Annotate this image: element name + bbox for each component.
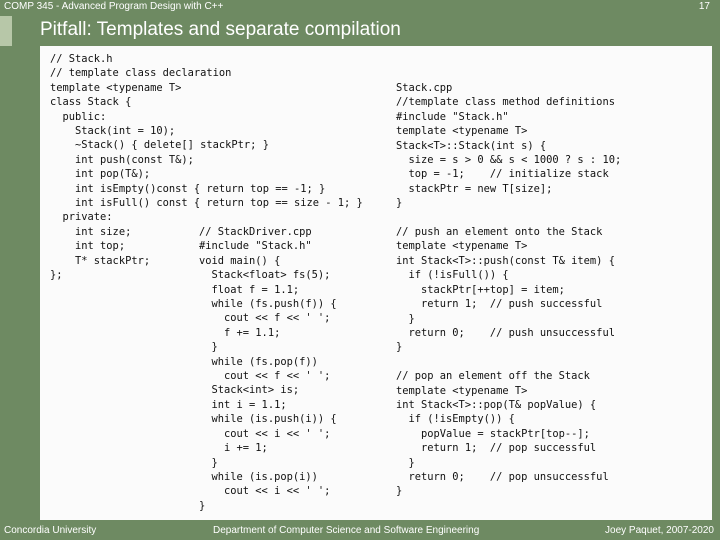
content-panel: // Stack.h // template class declaration… xyxy=(40,46,712,520)
page-number: 17 xyxy=(698,1,710,12)
title-accent-bar xyxy=(0,16,12,46)
footer-department: Department of Computer Science and Softw… xyxy=(213,525,480,536)
slide-footer: Concordia University Department of Compu… xyxy=(0,522,720,540)
footer-university: Concordia University xyxy=(4,525,97,536)
code-block-stack-driver: // StackDriver.cpp #include "Stack.h" vo… xyxy=(199,226,337,512)
course-title: COMP 345 - Advanced Program Design with … xyxy=(4,1,224,12)
slide-header: COMP 345 - Advanced Program Design with … xyxy=(0,0,720,14)
slide-title: Pitfall: Templates and separate compilat… xyxy=(40,19,401,40)
footer-author: Joey Paquet, 2007-2020 xyxy=(605,525,714,536)
code-block-stack-cpp: Stack.cpp //template class method defini… xyxy=(396,82,622,498)
